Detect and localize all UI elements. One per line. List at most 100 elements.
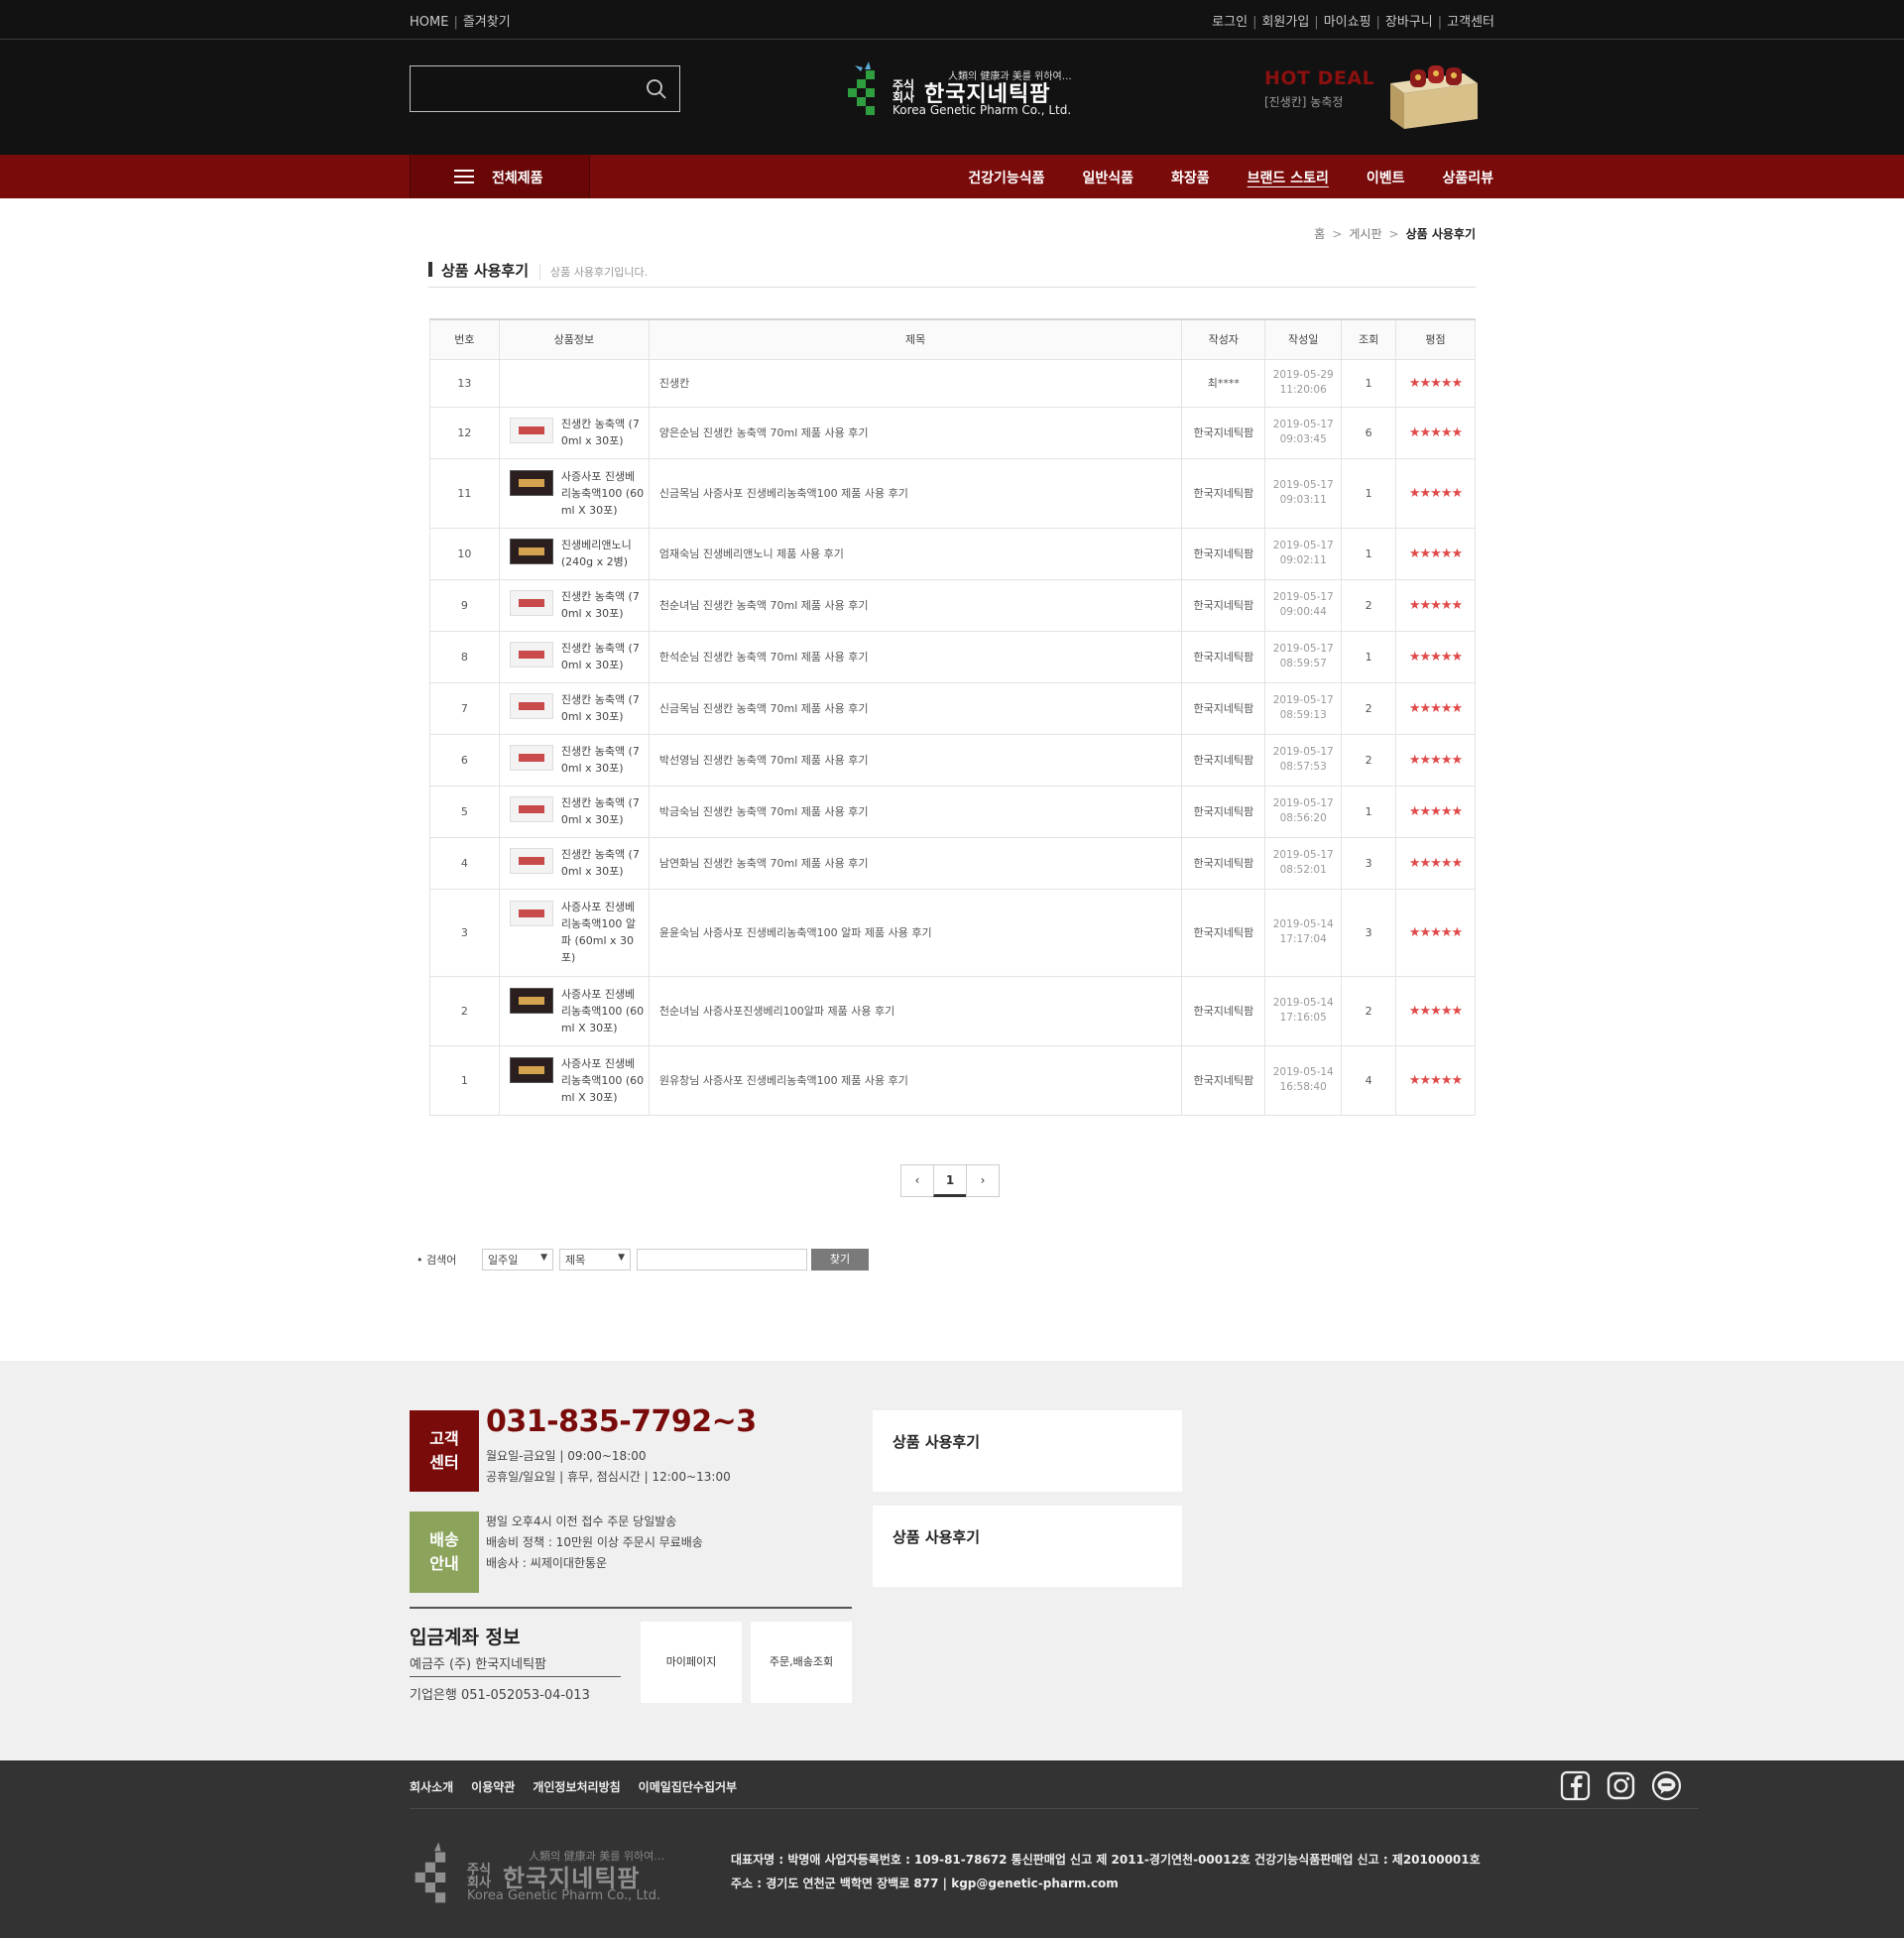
customer-center-link[interactable]: 고객센터 <box>1447 15 1494 30</box>
product-name[interactable]: 사증사포 진생베리농축액100 (60ml X 30포) <box>561 986 645 1036</box>
row-subject[interactable]: 원유창님 사증사포 진생베리농축액100 제품 사용 후기 <box>648 1044 1183 1116</box>
product-thumbnail[interactable] <box>509 590 553 616</box>
prev-page-button[interactable]: ‹ <box>900 1164 934 1197</box>
product-name[interactable]: 진생칸 농축액 (70ml x 30포) <box>561 691 645 725</box>
site-logo[interactable]: 人類의 健康과 美를 위하여… 주식 회사 한국지네틱팜 Korea Geneti… <box>843 60 1072 119</box>
table-row[interactable]: 8 진생칸 농축액 (70ml x 30포) 한석순님 진생칸 농축액 70ml 제… <box>429 630 1476 683</box>
myshopping-link[interactable]: 마이쇼핑 <box>1324 15 1371 30</box>
product-cell[interactable]: 진생베리앤노니 (240g x 2병) <box>498 527 650 580</box>
product-name[interactable]: 사증사포 진생베리농축액100 (60ml X 30포) <box>561 1055 645 1106</box>
table-row[interactable]: 1 사증사포 진생베리농축액100 (60ml X 30포) 원유창님 사증사포 진… <box>429 1044 1476 1116</box>
nav-item-health-food[interactable]: 건강기능식품 <box>968 168 1044 187</box>
signup-link[interactable]: 회원가입 <box>1261 15 1309 30</box>
field-select[interactable]: 제목 ▼ <box>559 1249 631 1271</box>
product-thumbnail[interactable] <box>509 469 553 496</box>
product-thumbnail[interactable] <box>509 693 553 719</box>
row-subject[interactable]: 진생칸 <box>648 358 1183 408</box>
product-cell[interactable]: 진생칸 농축액 (70ml x 30포) <box>498 785 650 838</box>
product-cell[interactable]: 사증사포 진생베리농축액100 (60ml X 30포) <box>498 1044 650 1116</box>
product-thumbnail[interactable] <box>509 539 553 564</box>
home-link[interactable]: HOME <box>410 15 448 30</box>
email-refusal-link[interactable]: 이메일집단수집거부 <box>639 1778 737 1795</box>
cart-link[interactable]: 장바구니 <box>1385 15 1433 30</box>
product-name[interactable]: 진생칸 농축액 (70ml x 30포) <box>561 640 645 673</box>
nav-item-brand-story[interactable]: 브랜드 스토리 <box>1248 168 1329 187</box>
row-subject[interactable]: 윤윤숙님 사증사포 진생베리농축액100 알파 제품 사용 후기 <box>648 888 1183 977</box>
table-row[interactable]: 4 진생칸 농축액 (70ml x 30포) 남연화님 진생칸 농축액 70ml 제… <box>429 836 1476 890</box>
bookmark-link[interactable]: 즐겨찾기 <box>463 15 511 30</box>
row-subject[interactable]: 엄재숙님 진생베리앤노니 제품 사용 후기 <box>648 527 1183 580</box>
terms-link[interactable]: 이용약관 <box>471 1778 515 1795</box>
product-thumbnail[interactable] <box>509 848 553 874</box>
table-row[interactable]: 6 진생칸 농축액 (70ml x 30포) 박선영님 진생칸 농축액 70ml 제… <box>429 733 1476 787</box>
product-name[interactable]: 진생칸 농축액 (70ml x 30포) <box>561 846 645 880</box>
product-cell[interactable]: 사증사포 진생베리농축액100 (60ml X 30포) <box>498 457 650 529</box>
hot-deal-product-image[interactable] <box>1384 60 1480 131</box>
product-name[interactable]: 사증사포 진생베리농축액100 알파 (60ml x 30포) <box>561 899 645 966</box>
product-thumbnail[interactable] <box>509 745 553 771</box>
period-select[interactable]: 일주일 ▼ <box>482 1249 553 1271</box>
row-subject[interactable]: 양은순님 진생칸 농축액 70ml 제품 사용 후기 <box>648 406 1183 459</box>
product-thumbnail[interactable] <box>509 796 553 822</box>
row-subject[interactable]: 신금목님 진생칸 농축액 70ml 제품 사용 후기 <box>648 681 1183 735</box>
product-name[interactable]: 진생칸 농축액 (70ml x 30포) <box>561 416 645 449</box>
product-cell[interactable]: 사증사포 진생베리농축액100 (60ml X 30포) <box>498 975 650 1046</box>
product-cell[interactable]: 진생칸 농축액 (70ml x 30포) <box>498 836 650 890</box>
facebook-icon[interactable] <box>1560 1770 1591 1801</box>
product-cell[interactable]: 사증사포 진생베리농축액100 알파 (60ml x 30포) <box>498 888 650 977</box>
all-products-button[interactable]: 전체제품 <box>410 155 590 198</box>
table-row[interactable]: 11 사증사포 진생베리농축액100 (60ml X 30포) 신금목님 사증사포 … <box>429 457 1476 529</box>
next-page-button[interactable]: › <box>966 1164 1000 1197</box>
nav-item-general-food[interactable]: 일반식품 <box>1083 168 1134 187</box>
breadcrumb-board[interactable]: 게시판 <box>1349 227 1381 241</box>
product-cell[interactable]: 진생칸 농축액 (70ml x 30포) <box>498 681 650 735</box>
page-1-button[interactable]: 1 <box>933 1164 967 1197</box>
nav-item-review[interactable]: 상품리뷰 <box>1442 168 1493 187</box>
row-subject[interactable]: 천순녀님 사증사포진생베리100알파 제품 사용 후기 <box>648 975 1183 1046</box>
product-thumbnail[interactable] <box>509 987 553 1014</box>
product-name[interactable]: 진생칸 농축액 (70ml x 30포) <box>561 743 645 777</box>
product-cell[interactable]: 진생칸 농축액 (70ml x 30포) <box>498 733 650 787</box>
product-name[interactable]: 진생칸 농축액 (70ml x 30포) <box>561 794 645 828</box>
row-subject[interactable]: 천순녀님 진생칸 농축액 70ml 제품 사용 후기 <box>648 578 1183 632</box>
order-tracking-button[interactable]: 주문,배송조회 <box>751 1622 852 1703</box>
product-cell[interactable]: 진생칸 농축액 (70ml x 30포) <box>498 630 650 683</box>
breadcrumb-home[interactable]: 홈 <box>1314 227 1325 241</box>
kakaotalk-icon[interactable] <box>1651 1770 1682 1801</box>
login-link[interactable]: 로그인 <box>1212 15 1248 30</box>
table-row[interactable]: 9 진생칸 농축액 (70ml x 30포) 천순녀님 진생칸 농축액 70ml 제… <box>429 578 1476 632</box>
product-thumbnail[interactable] <box>509 642 553 667</box>
nav-item-cosmetics[interactable]: 화장품 <box>1171 168 1210 187</box>
row-subject[interactable]: 박선영님 진생칸 농축액 70ml 제품 사용 후기 <box>648 733 1183 787</box>
search-icon[interactable] <box>646 78 667 100</box>
footer-board-review-2[interactable]: 상품 사용후기 <box>873 1506 1182 1587</box>
instagram-icon[interactable] <box>1606 1770 1636 1801</box>
product-cell[interactable]: 진생칸 농축액 (70ml x 30포) <box>498 406 650 459</box>
keyword-input[interactable] <box>637 1249 807 1271</box>
table-row[interactable]: 12 진생칸 농축액 (70ml x 30포) 양은순님 진생칸 농축액 70ml … <box>429 406 1476 459</box>
product-name[interactable]: 진생베리앤노니 (240g x 2병) <box>561 537 645 570</box>
table-row[interactable]: 2 사증사포 진생베리농축액100 (60ml X 30포) 천순녀님 사증사포진생… <box>429 975 1476 1046</box>
product-name[interactable]: 사증사포 진생베리농축액100 (60ml X 30포) <box>561 468 645 519</box>
product-thumbnail[interactable] <box>509 901 553 926</box>
find-button[interactable]: 찾기 <box>811 1249 869 1271</box>
product-name[interactable]: 진생칸 농축액 (70ml x 30포) <box>561 588 645 622</box>
hot-deal[interactable]: HOT DEAL [진생칸] 농축정 <box>1264 67 1374 110</box>
product-cell[interactable]: 진생칸 농축액 (70ml x 30포) <box>498 578 650 632</box>
company-intro-link[interactable]: 회사소개 <box>410 1778 453 1795</box>
table-row[interactable]: 13 진생칸 최**** 2019-05-29 11:20:06 1 ★★★★★ <box>429 358 1476 408</box>
table-row[interactable]: 5 진생칸 농축액 (70ml x 30포) 박금숙님 진생칸 농축액 70ml 제… <box>429 785 1476 838</box>
product-thumbnail[interactable] <box>509 418 553 443</box>
table-row[interactable]: 7 진생칸 농축액 (70ml x 30포) 신금목님 진생칸 농축액 70ml 제… <box>429 681 1476 735</box>
privacy-link[interactable]: 개인정보처리방침 <box>533 1778 620 1795</box>
mypage-button[interactable]: 마이페이지 <box>641 1622 742 1703</box>
product-thumbnail[interactable] <box>509 1056 553 1083</box>
table-row[interactable]: 10 진생베리앤노니 (240g x 2병) 엄재숙님 진생베리앤노니 제품 사용 … <box>429 527 1476 580</box>
footer-board-review-1[interactable]: 상품 사용후기 <box>873 1410 1182 1492</box>
row-subject[interactable]: 한석순님 진생칸 농축액 70ml 제품 사용 후기 <box>648 630 1183 683</box>
row-subject[interactable]: 박금숙님 진생칸 농축액 70ml 제품 사용 후기 <box>648 785 1183 838</box>
search-input[interactable] <box>411 66 629 111</box>
nav-item-event[interactable]: 이벤트 <box>1367 168 1405 187</box>
table-row[interactable]: 3 사증사포 진생베리농축액100 알파 (60ml x 30포) 윤윤숙님 사증사… <box>429 888 1476 977</box>
row-subject[interactable]: 남연화님 진생칸 농축액 70ml 제품 사용 후기 <box>648 836 1183 890</box>
